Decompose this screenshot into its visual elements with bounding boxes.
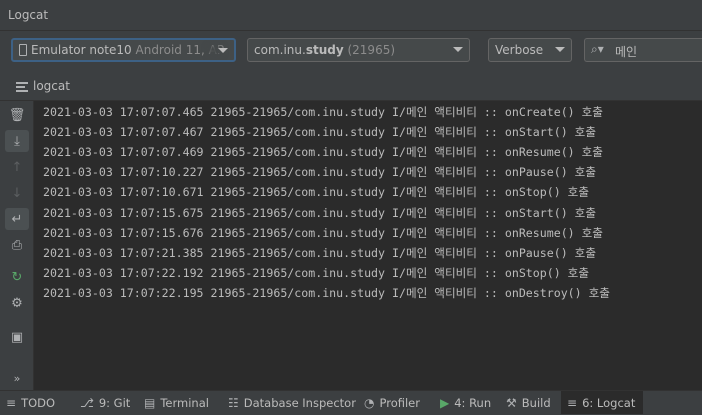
log-output[interactable]: 2021-03-03 17:07:07.465 21965-21965/com.… [34, 101, 702, 390]
scroll-to-end-icon[interactable]: ⤓ [5, 130, 29, 152]
more-icon[interactable]: » [5, 367, 29, 389]
search-input[interactable]: ⌕▾ 메인 [584, 38, 702, 62]
tab-run[interactable]: ▶ 4: Run [440, 391, 491, 414]
profiler-icon: ◔ [364, 395, 375, 410]
print-icon[interactable]: ⎙ [5, 234, 29, 256]
logcat-tab-row: logcat [0, 73, 702, 101]
branch-icon: ⎇ [80, 395, 94, 410]
lines-icon: ≡ [6, 395, 17, 410]
trash-icon[interactable]: 🗑 [5, 104, 29, 126]
tab-label: Build [521, 395, 551, 410]
device-icon [19, 44, 27, 56]
log-level-selector[interactable]: Verbose [488, 38, 572, 62]
tab-label: 9: Git [98, 395, 131, 410]
tab-terminal[interactable]: ▤ Terminal [144, 391, 209, 414]
gear-icon[interactable]: ⚙ [5, 292, 29, 314]
log-line: 2021-03-03 17:07:07.469 21965-21965/com.… [43, 145, 603, 160]
tab-label: Profiler [379, 395, 420, 410]
window-title: Logcat [8, 8, 49, 22]
tab-database-inspector[interactable]: ☷ Database Inspector [228, 391, 356, 414]
log-line: 2021-03-03 17:07:10.227 21965-21965/com.… [43, 165, 596, 180]
restart-icon[interactable]: ↻ [5, 266, 29, 288]
tab-label: Terminal [160, 395, 209, 410]
tab-label: TODO [21, 395, 56, 410]
lines-icon: ≡ [567, 395, 578, 410]
arrow-down-icon[interactable]: ↓ [5, 182, 29, 204]
tab-git[interactable]: ⎇ 9: Git [80, 391, 130, 414]
log-line: 2021-03-03 17:07:07.465 21965-21965/com.… [43, 105, 603, 119]
tab-logcat[interactable]: logcat [33, 79, 70, 93]
search-icon: ⌕▾ [591, 42, 604, 56]
logcat-side-toolbar: 🗑 ⤓ ↑ ↓ ↵ ⎙ ↻ ⚙ ▣ » [0, 101, 34, 390]
log-line: 2021-03-03 17:07:10.671 21965-21965/com.… [43, 185, 590, 200]
process-pid: (21965) [347, 43, 396, 57]
process-prefix: com.inu. [254, 43, 306, 57]
log-level-value: Verbose [495, 43, 544, 57]
search-value: 메인 [615, 45, 638, 59]
log-line: 2021-03-03 17:07:15.675 21965-21965/com.… [43, 205, 596, 220]
camera-icon[interactable]: ▣ [5, 326, 29, 348]
run-icon: ▶ [440, 395, 450, 410]
log-line: 2021-03-03 17:07:22.195 21965-21965/com.… [43, 285, 610, 300]
tab-label: Database Inspector [243, 395, 356, 410]
log-line: 2021-03-03 17:07:07.467 21965-21965/com.… [43, 125, 596, 140]
tool-window-bar: ≡ TODO ⎇ 9: Git ▤ Terminal ☷ Database In… [0, 390, 702, 415]
tab-todo[interactable]: ≡ TODO [6, 391, 55, 414]
device-name: Emulator note10 [31, 43, 132, 57]
log-line: 2021-03-03 17:07:21.385 21965-21965/com.… [43, 245, 596, 260]
lines-icon [16, 82, 28, 94]
device-detail: Android 11, AP [135, 43, 225, 57]
logcat-toolbar: Emulator note10 Android 11, AP com.inu.s… [0, 31, 702, 73]
log-line: 2021-03-03 17:07:22.192 21965-21965/com.… [43, 265, 590, 280]
tab-profiler[interactable]: ◔ Profiler [364, 391, 420, 414]
chevron-down-icon [555, 47, 565, 52]
tab-build[interactable]: ⚒ Build [506, 391, 551, 414]
soft-wrap-icon[interactable]: ↵ [5, 208, 29, 230]
terminal-icon: ▤ [144, 395, 156, 410]
log-line: 2021-03-03 17:07:15.676 21965-21965/com.… [43, 225, 603, 240]
process-name: study [305, 43, 344, 57]
title-bar: Logcat [0, 0, 702, 31]
arrow-up-icon[interactable]: ↑ [5, 156, 29, 178]
database-icon: ☷ [228, 395, 239, 410]
chevron-down-icon [218, 48, 228, 53]
process-selector[interactable]: com.inu.study (21965) [247, 38, 470, 62]
chevron-down-icon [453, 47, 463, 52]
hammer-icon: ⚒ [506, 395, 517, 410]
tab-label: 6: Logcat [582, 395, 636, 410]
tab-label: 4: Run [454, 395, 492, 410]
device-selector[interactable]: Emulator note10 Android 11, AP [11, 38, 236, 62]
tab-logcat-bottom[interactable]: ≡ 6: Logcat [561, 391, 644, 414]
